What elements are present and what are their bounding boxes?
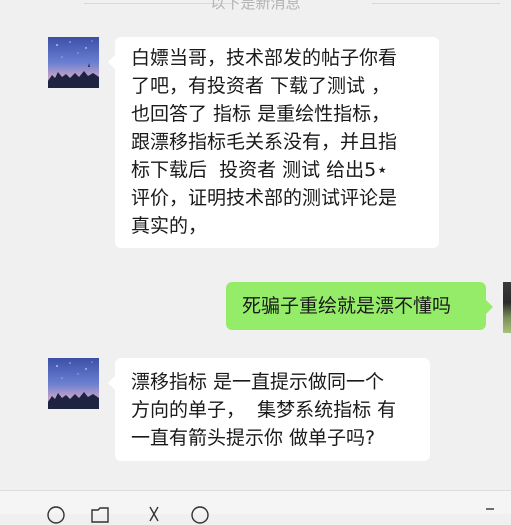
scissors-icon[interactable] — [144, 505, 164, 525]
new-messages-divider: 以下是新消息 — [0, 0, 511, 14]
message-bubble-self[interactable]: 死骗子重绘就是漂不懂吗 — [226, 282, 493, 330]
user-avatar-icon[interactable] — [503, 282, 511, 333]
folder-icon[interactable] — [90, 505, 110, 525]
night-sky-avatar-icon[interactable] — [48, 358, 99, 409]
more-icon[interactable] — [482, 505, 502, 525]
emoji-icon[interactable] — [46, 505, 66, 525]
divider-line-right — [372, 3, 500, 4]
chat-bubble-icon[interactable] — [190, 505, 210, 525]
night-sky-avatar-icon[interactable] — [48, 37, 99, 88]
input-toolbar — [0, 490, 511, 524]
message-bubble[interactable]: 白嫖当哥，技术部发的帖子你看 了吧，有投资者 下载了测试 ， 也回答了 指标 是… — [108, 37, 439, 248]
message-bubble[interactable]: 漂移指标 是一直提示做同一个 方向的单子， 集梦系统指标 有 一直有箭头提示你 … — [108, 358, 430, 461]
